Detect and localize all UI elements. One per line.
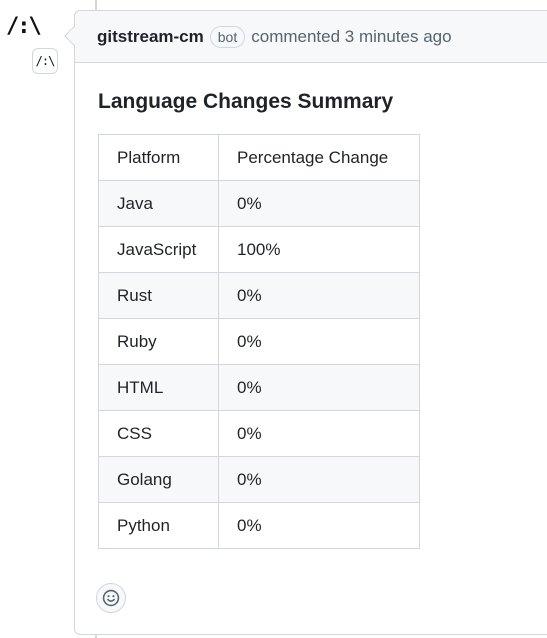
bot-badge: bot xyxy=(209,25,246,48)
header-cell: Platform xyxy=(98,134,219,181)
comment-header: gitstream-cm bot commented 3 minutes ago xyxy=(75,11,547,63)
smiley-icon xyxy=(102,589,120,607)
table-row: Ruby 0% xyxy=(98,318,420,365)
platform-cell: Python xyxy=(98,502,219,549)
platform-cell: CSS xyxy=(98,410,219,457)
table-header-row: Platform Percentage Change xyxy=(98,134,420,181)
add-reaction-button[interactable] xyxy=(96,583,126,613)
table-row: JavaScript 100% xyxy=(98,226,420,273)
bot-avatar[interactable]: /:\ /:\ xyxy=(0,10,58,74)
table-row: HTML 0% xyxy=(98,364,420,411)
platform-cell: Java xyxy=(98,180,219,227)
language-changes-table: Platform Percentage Change Java 0% JavaS… xyxy=(98,134,420,549)
percentage-cell: 0% xyxy=(218,180,420,227)
percentage-cell: 0% xyxy=(218,364,420,411)
gitstream-logo-icon: /:\ xyxy=(6,14,42,39)
platform-cell: HTML xyxy=(98,364,219,411)
percentage-cell: 0% xyxy=(218,318,420,365)
comment-box: gitstream-cm bot commented 3 minutes ago… xyxy=(64,10,547,635)
platform-cell: Rust xyxy=(98,272,219,319)
percentage-cell: 0% xyxy=(218,410,420,457)
table-row: Java 0% xyxy=(98,180,420,227)
platform-cell: JavaScript xyxy=(98,226,219,273)
table-row: Python 0% xyxy=(98,502,420,549)
app-badge-icon: /:\ xyxy=(32,48,58,74)
percentage-cell: 0% xyxy=(218,502,420,549)
percentage-cell: 0% xyxy=(218,272,420,319)
table-row: CSS 0% xyxy=(98,410,420,457)
table-row: Golang 0% xyxy=(98,456,420,503)
platform-cell: Ruby xyxy=(98,318,219,365)
percentage-cell: 100% xyxy=(218,226,420,273)
percentage-cell: 0% xyxy=(218,456,420,503)
header-cell: Percentage Change xyxy=(218,134,420,181)
summary-heading: Language Changes Summary xyxy=(98,90,394,113)
comment-body: Language Changes Summary Platform Percen… xyxy=(75,63,547,549)
table-row: Rust 0% xyxy=(98,272,420,319)
comment-meta[interactable]: commented 3 minutes ago xyxy=(251,27,451,47)
platform-cell: Golang xyxy=(98,456,219,503)
author-link[interactable]: gitstream-cm xyxy=(97,27,204,47)
